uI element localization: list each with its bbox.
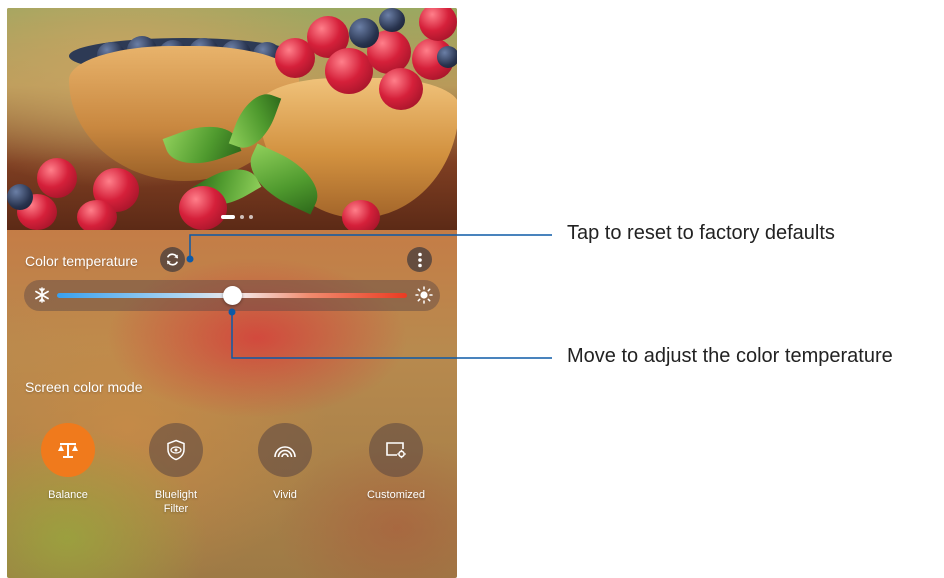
slider-callout-text: Move to adjust the color temperature xyxy=(567,345,893,367)
callout-lines xyxy=(186,234,552,359)
reset-callout-dot xyxy=(186,255,194,263)
reset-callout-text: Tap to reset to factory defaults xyxy=(567,222,835,244)
slider-callout-dot xyxy=(228,308,236,316)
reset-callout-line xyxy=(189,234,552,259)
slider-callout-line xyxy=(231,312,552,359)
